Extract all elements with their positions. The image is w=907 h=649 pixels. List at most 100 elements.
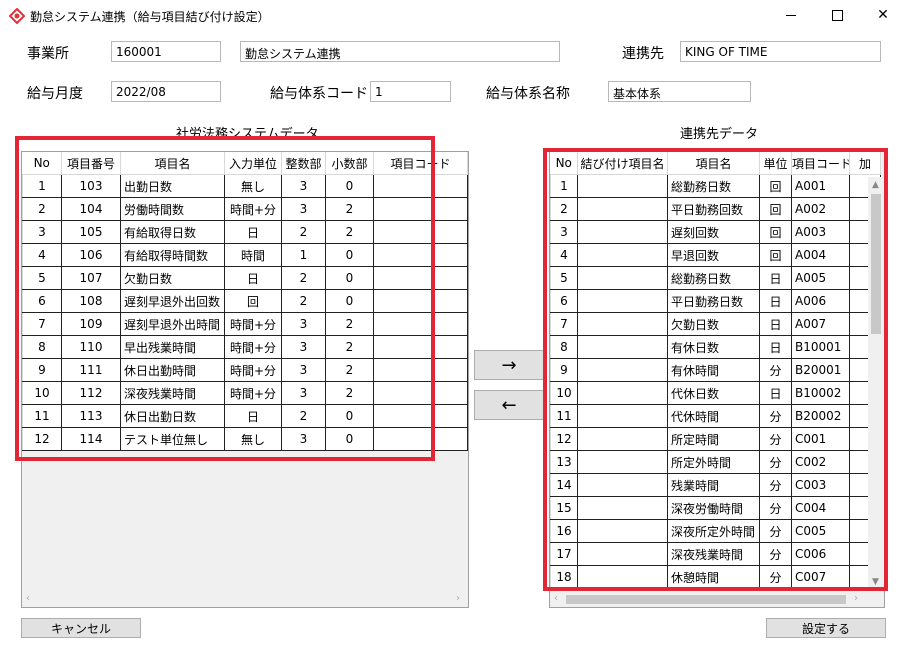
cell-item-code[interactable]: [373, 174, 468, 198]
table-row[interactable]: 5 107 欠勤日数日 2 0: [22, 266, 468, 290]
col-item-code[interactable]: 項目コード: [373, 152, 468, 175]
office-name-field[interactable]: 勤怠システム連携: [240, 41, 560, 62]
table-row[interactable]: 4 106 有給取得時間数 時間 1 0: [22, 243, 468, 267]
cell-linked-item-name[interactable]: [577, 381, 668, 405]
cell-linked-item-name[interactable]: [577, 243, 668, 267]
move-right-button[interactable]: →: [474, 350, 544, 380]
col-item-name[interactable]: 項目名: [667, 152, 760, 175]
col-no[interactable]: No: [550, 152, 578, 175]
partner-data-grid[interactable]: No 結び付け項目名 項目名 単位 項目コード 加 1 総勤務日数回 A001 2 平日…: [549, 151, 885, 608]
table-row[interactable]: 7 109 遅刻早退外出時間 時間+分 3 2: [22, 312, 468, 336]
maximize-button[interactable]: [814, 0, 860, 30]
pay-system-code-field[interactable]: 1: [370, 81, 451, 102]
left-horizontal-scrollbar[interactable]: ‹ ›: [22, 591, 468, 607]
table-row[interactable]: 8 有休日数日 B10001: [550, 335, 881, 359]
cell-item-code[interactable]: [373, 358, 468, 382]
table-row[interactable]: 12 所定時間分 C001: [550, 427, 881, 451]
table-row[interactable]: 7 欠勤日数日 A007: [550, 312, 881, 336]
col-linked-item-name[interactable]: 結び付け項目名: [577, 152, 668, 175]
scroll-left-icon[interactable]: ‹: [26, 593, 30, 604]
pay-month-field[interactable]: 2022/08: [111, 81, 221, 102]
right-horizontal-scrollbar[interactable]: ‹ ›: [550, 591, 884, 607]
table-row[interactable]: 3 105 有給取得日数日 2 2: [22, 220, 468, 244]
minimize-button[interactable]: [768, 0, 814, 30]
scroll-left-icon[interactable]: ‹: [554, 593, 558, 604]
cell-item-code[interactable]: [373, 404, 468, 428]
cell-linked-item-name[interactable]: [577, 266, 668, 290]
cell-linked-item-name[interactable]: [577, 473, 668, 497]
table-row[interactable]: 2 104 労働時間数 時間+分 3 2: [22, 197, 468, 221]
close-button[interactable]: ✕: [860, 0, 906, 30]
table-row[interactable]: 3 遅刻回数回 A003: [550, 220, 881, 244]
table-row[interactable]: 10 112 深夜残業時間 時間+分 3 2: [22, 381, 468, 405]
table-row[interactable]: 14 残業時間分 C003: [550, 473, 881, 497]
table-row[interactable]: 10 代休日数日 B10002: [550, 381, 881, 405]
cell-linked-item-name[interactable]: [577, 519, 668, 543]
table-row[interactable]: 2 平日勤務回数回 A002: [550, 197, 881, 221]
col-unit[interactable]: 単位: [759, 152, 792, 175]
partner-name-field[interactable]: KING OF TIME: [680, 41, 881, 62]
table-row[interactable]: 11 代休時間分 B20002: [550, 404, 881, 428]
right-vertical-scrollbar[interactable]: ▲ ▼: [868, 177, 884, 591]
table-row[interactable]: 1 総勤務日数回 A001: [550, 174, 881, 198]
table-row[interactable]: 5 総勤務日数日 A005: [550, 266, 881, 290]
table-row[interactable]: 9 111 休日出勤時間 時間+分 3 2: [22, 358, 468, 382]
pay-system-name-field[interactable]: 基本体系: [608, 81, 751, 102]
scroll-right-icon[interactable]: ›: [456, 593, 460, 604]
col-decimal-part[interactable]: 小数部: [325, 152, 374, 175]
scroll-down-icon[interactable]: ▼: [872, 577, 879, 587]
table-row[interactable]: 16 深夜所定外時間分 C005: [550, 519, 881, 543]
cell-linked-item-name[interactable]: [577, 220, 668, 244]
cell-linked-item-name[interactable]: [577, 312, 668, 336]
cell-linked-item-name[interactable]: [577, 335, 668, 359]
table-row[interactable]: 17 深夜残業時間分 C006: [550, 542, 881, 566]
table-row[interactable]: 15 深夜労働時間分 C004: [550, 496, 881, 520]
cell-item-code[interactable]: [373, 289, 468, 313]
cell-item-code[interactable]: [373, 335, 468, 359]
table-row[interactable]: 6 108 遅刻早退外出回数回 2 0: [22, 289, 468, 313]
table-row[interactable]: 4 早退回数回 A004: [550, 243, 881, 267]
scroll-right-icon[interactable]: ›: [854, 593, 858, 604]
col-input-unit[interactable]: 入力単位: [224, 152, 282, 175]
table-row[interactable]: 9 有休時間分 B20001: [550, 358, 881, 382]
cell-linked-item-name[interactable]: [577, 404, 668, 428]
cell-item-code[interactable]: [373, 266, 468, 290]
apply-settings-button[interactable]: 設定する: [766, 618, 886, 638]
cell-linked-item-name[interactable]: [577, 427, 668, 451]
cell-linked-item-name[interactable]: [577, 565, 668, 589]
cell-item-code[interactable]: [373, 220, 468, 244]
scroll-up-icon[interactable]: ▲: [872, 180, 879, 190]
cell-linked-item-name[interactable]: [577, 289, 668, 313]
cell-linked-item-name[interactable]: [577, 174, 668, 198]
cell-linked-item-name[interactable]: [577, 358, 668, 382]
cell-unit: 日: [759, 289, 792, 313]
table-row[interactable]: 13 所定外時間分 C002: [550, 450, 881, 474]
cell-item-code[interactable]: [373, 381, 468, 405]
col-no[interactable]: No: [22, 152, 62, 175]
cell-item-code[interactable]: [373, 243, 468, 267]
col-item-number[interactable]: 項目番号: [61, 152, 121, 175]
cell-linked-item-name[interactable]: [577, 450, 668, 474]
col-item-name[interactable]: 項目名: [120, 152, 225, 175]
horizontal-scroll-thumb[interactable]: [566, 595, 846, 604]
table-row[interactable]: 8 110 早出残業時間 時間+分 3 2: [22, 335, 468, 359]
cell-linked-item-name[interactable]: [577, 542, 668, 566]
col-item-code[interactable]: 項目コード: [791, 152, 850, 175]
table-row[interactable]: 18 休憩時間分 C007: [550, 565, 881, 589]
cancel-button[interactable]: キャンセル: [21, 618, 141, 638]
source-data-grid[interactable]: No 項目番号 項目名 入力単位 整数部 小数部 項目コード 1 103 出勤日数無…: [21, 151, 469, 608]
table-row[interactable]: 12 114 テスト単位無し 無し 3 0: [22, 427, 468, 451]
col-integer-part[interactable]: 整数部: [281, 152, 326, 175]
table-row[interactable]: 11 113 休日出勤日数日 2 0: [22, 404, 468, 428]
table-row[interactable]: 1 103 出勤日数 無し 3 0: [22, 174, 468, 198]
office-code-field[interactable]: 160001: [111, 41, 221, 62]
cell-item-code[interactable]: [373, 197, 468, 221]
cell-linked-item-name[interactable]: [577, 197, 668, 221]
cell-linked-item-name[interactable]: [577, 496, 668, 520]
cell-item-code[interactable]: [373, 427, 468, 451]
move-left-button[interactable]: ←: [474, 390, 544, 420]
col-add[interactable]: 加: [849, 152, 881, 175]
cell-item-code[interactable]: [373, 312, 468, 336]
vertical-scroll-thumb[interactable]: [871, 194, 881, 334]
table-row[interactable]: 6 平日勤務日数日 A006: [550, 289, 881, 313]
